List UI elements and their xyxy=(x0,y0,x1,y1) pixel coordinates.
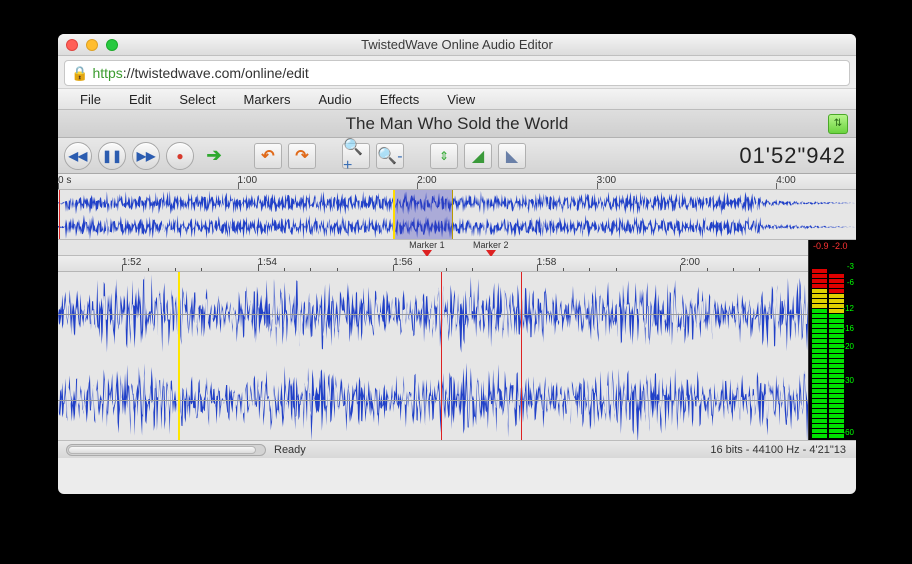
toolbar: ◀◀ ❚❚ ▶▶ ● ➔ ↶ ↷ 🔍+ 🔍- ⇕ ◢ ◣ 01'52"942 xyxy=(58,138,856,174)
main-area: Marker 1 Marker 2 1:521:541:561:582:002:0… xyxy=(58,240,856,440)
overview-ruler[interactable]: 0 s1:002:003:004:00 xyxy=(58,174,856,190)
meter-scale: -3-6-12-16-20-30-60 xyxy=(840,240,855,440)
app-window: TwistedWave Online Audio Editor 🔒 https:… xyxy=(58,34,856,494)
pause-icon: ❚❚ xyxy=(102,149,122,163)
level-meter: -0.9 -2.0 -3-6-12-16-20-30-60 xyxy=(808,240,856,440)
marker-lane[interactable]: Marker 1 Marker 2 xyxy=(58,240,856,256)
connection-icon[interactable]: ⇅ xyxy=(828,114,848,134)
overview-channel-left xyxy=(58,191,856,215)
overview-waveform[interactable] xyxy=(58,190,856,240)
normalize-icon: ⇕ xyxy=(439,149,449,163)
zoom-in-icon: 🔍+ xyxy=(343,137,369,175)
document-header: The Man Who Sold the World ⇅ xyxy=(58,110,856,138)
menu-select[interactable]: Select xyxy=(165,92,229,107)
titlebar: TwistedWave Online Audio Editor xyxy=(58,34,856,56)
pause-button[interactable]: ❚❚ xyxy=(98,142,126,170)
fade-out-icon: ◣ xyxy=(506,146,518,166)
fade-out-button[interactable]: ◣ xyxy=(498,143,526,169)
menu-effects[interactable]: Effects xyxy=(366,92,434,107)
meter-peak-left: -0.9 xyxy=(813,241,829,251)
scrollbar-thumb[interactable] xyxy=(68,446,256,454)
status-bar: Ready 16 bits - 44100 Hz - 4'21"13 xyxy=(58,440,856,458)
menu-file[interactable]: File xyxy=(66,92,115,107)
redo-icon: ↷ xyxy=(295,146,308,166)
record-button[interactable]: ● xyxy=(166,142,194,170)
menu-view[interactable]: View xyxy=(433,92,489,107)
marker-line[interactable] xyxy=(441,272,442,440)
url-protocol: https xyxy=(92,65,122,81)
wave-column: Marker 1 Marker 2 1:521:541:561:582:002:0… xyxy=(58,240,856,440)
marker[interactable]: Marker 1 xyxy=(409,240,445,257)
undo-icon: ↶ xyxy=(261,146,274,166)
redo-button[interactable]: ↷ xyxy=(288,143,316,169)
fade-in-button[interactable]: ◢ xyxy=(464,143,492,169)
fade-in-icon: ◢ xyxy=(472,146,484,166)
normalize-button[interactable]: ⇕ xyxy=(430,143,458,169)
detail-waveform[interactable] xyxy=(58,272,856,440)
selection-left-handle[interactable] xyxy=(393,190,395,239)
url-path: ://twistedwave.com/online/edit xyxy=(123,65,309,81)
menubar: File Edit Select Markers Audio Effects V… xyxy=(58,88,856,110)
rewind-icon: ◀◀ xyxy=(69,149,87,163)
undo-button[interactable]: ↶ xyxy=(254,143,282,169)
zoom-out-button[interactable]: 🔍- xyxy=(376,143,404,169)
window-title: TwistedWave Online Audio Editor xyxy=(58,37,856,52)
zoom-in-button[interactable]: 🔍+ xyxy=(342,143,370,169)
playback-cursor[interactable] xyxy=(178,272,180,440)
marker-line[interactable] xyxy=(521,272,522,440)
overview-channel-right xyxy=(58,215,856,239)
overview-selection[interactable] xyxy=(393,190,453,239)
detail-ruler[interactable]: 1:521:541:561:582:002:02 xyxy=(58,256,856,272)
rewind-button[interactable]: ◀◀ xyxy=(64,142,92,170)
marker[interactable]: Marker 2 xyxy=(473,240,509,257)
arrow-go-icon: ➔ xyxy=(206,145,221,166)
status-ready: Ready xyxy=(274,444,306,456)
forward-icon: ▶▶ xyxy=(137,149,155,163)
forward-button[interactable]: ▶▶ xyxy=(132,142,160,170)
horizontal-scrollbar[interactable] xyxy=(66,444,266,456)
go-button[interactable]: ➔ xyxy=(200,142,228,170)
url-bar[interactable]: 🔒 https://twistedwave.com/online/edit xyxy=(64,60,850,86)
lock-icon: 🔒 xyxy=(71,65,88,82)
zoom-out-icon: 🔍- xyxy=(377,146,402,166)
overview-start-marker xyxy=(59,190,60,239)
document-title: The Man Who Sold the World xyxy=(346,114,569,134)
menu-audio[interactable]: Audio xyxy=(304,92,365,107)
menu-markers[interactable]: Markers xyxy=(230,92,305,107)
record-icon: ● xyxy=(176,149,183,163)
meter-bar-left xyxy=(812,268,827,438)
status-info: 16 bits - 44100 Hz - 4'21"13 xyxy=(710,444,846,456)
menu-edit[interactable]: Edit xyxy=(115,92,165,107)
time-display: 01'52"942 xyxy=(739,143,846,169)
